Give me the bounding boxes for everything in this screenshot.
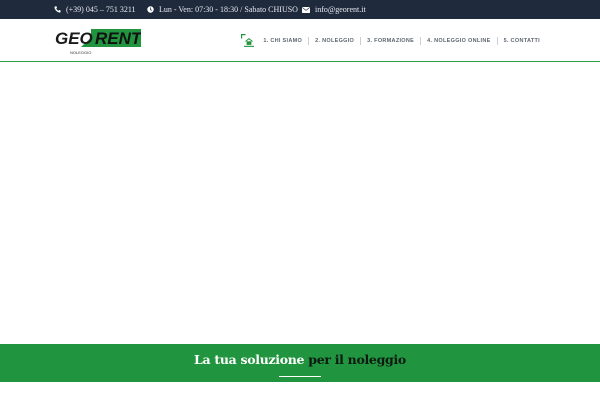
logo-tagline: NOLEGGIO [70, 50, 91, 55]
site-header: GEO RENT NOLEGGIO 1. CHI SIAMO 2. NOLEGG… [0, 19, 600, 62]
nav-separator [360, 36, 362, 45]
logo-text-geo: GEO [55, 29, 93, 48]
clock-icon [147, 6, 154, 13]
nav-item-contatti[interactable]: 5. CONTATTI [504, 38, 540, 44]
banner-heading-part1: La tua soluzione [194, 352, 305, 367]
banner-heading-part2: per il noleggio [308, 352, 406, 367]
nav-item-formazione[interactable]: 3. FORMAZIONE [367, 38, 414, 44]
email-address: info@georent.it [315, 5, 366, 14]
banner-heading: La tua soluzione per il noleggio [0, 344, 600, 367]
nav-item-noleggio-online[interactable]: 4. NOLEGGIO ONLINE [427, 38, 490, 44]
banner-underline [279, 376, 321, 377]
nav-home[interactable] [241, 19, 255, 62]
nav-item-noleggio[interactable]: 2. NOLEGGIO [315, 38, 354, 44]
envelope-icon [302, 6, 310, 13]
site-logo[interactable]: GEO RENT NOLEGGIO [55, 26, 141, 56]
nav-separator [496, 36, 498, 45]
home-icon [241, 34, 255, 47]
opening-hours: Lun - Ven: 07:30 - 18:30 / Sabato CHIUSO [147, 0, 298, 19]
nav-item-chi-siamo[interactable]: 1. CHI SIAMO [263, 38, 302, 44]
main-navigation: 1. CHI SIAMO 2. NOLEGGIO 3. FORMAZIONE 4… [241, 19, 540, 62]
hours-text: Lun - Ven: 07:30 - 18:30 / Sabato CHIUSO [159, 5, 298, 14]
nav-separator [308, 36, 310, 45]
green-banner: La tua soluzione per il noleggio [0, 344, 600, 382]
hero-area [0, 63, 600, 344]
phone-icon [54, 6, 61, 13]
logo-text-rent: RENT [95, 29, 141, 48]
phone-number: (+39) 045 – 751 3211 [66, 5, 136, 14]
phone-contact[interactable]: (+39) 045 – 751 3211 [54, 0, 136, 19]
top-info-bar: (+39) 045 – 751 3211 Lun - Ven: 07:30 - … [0, 0, 600, 19]
nav-separator [420, 36, 422, 45]
email-contact[interactable]: info@georent.it [302, 0, 366, 19]
